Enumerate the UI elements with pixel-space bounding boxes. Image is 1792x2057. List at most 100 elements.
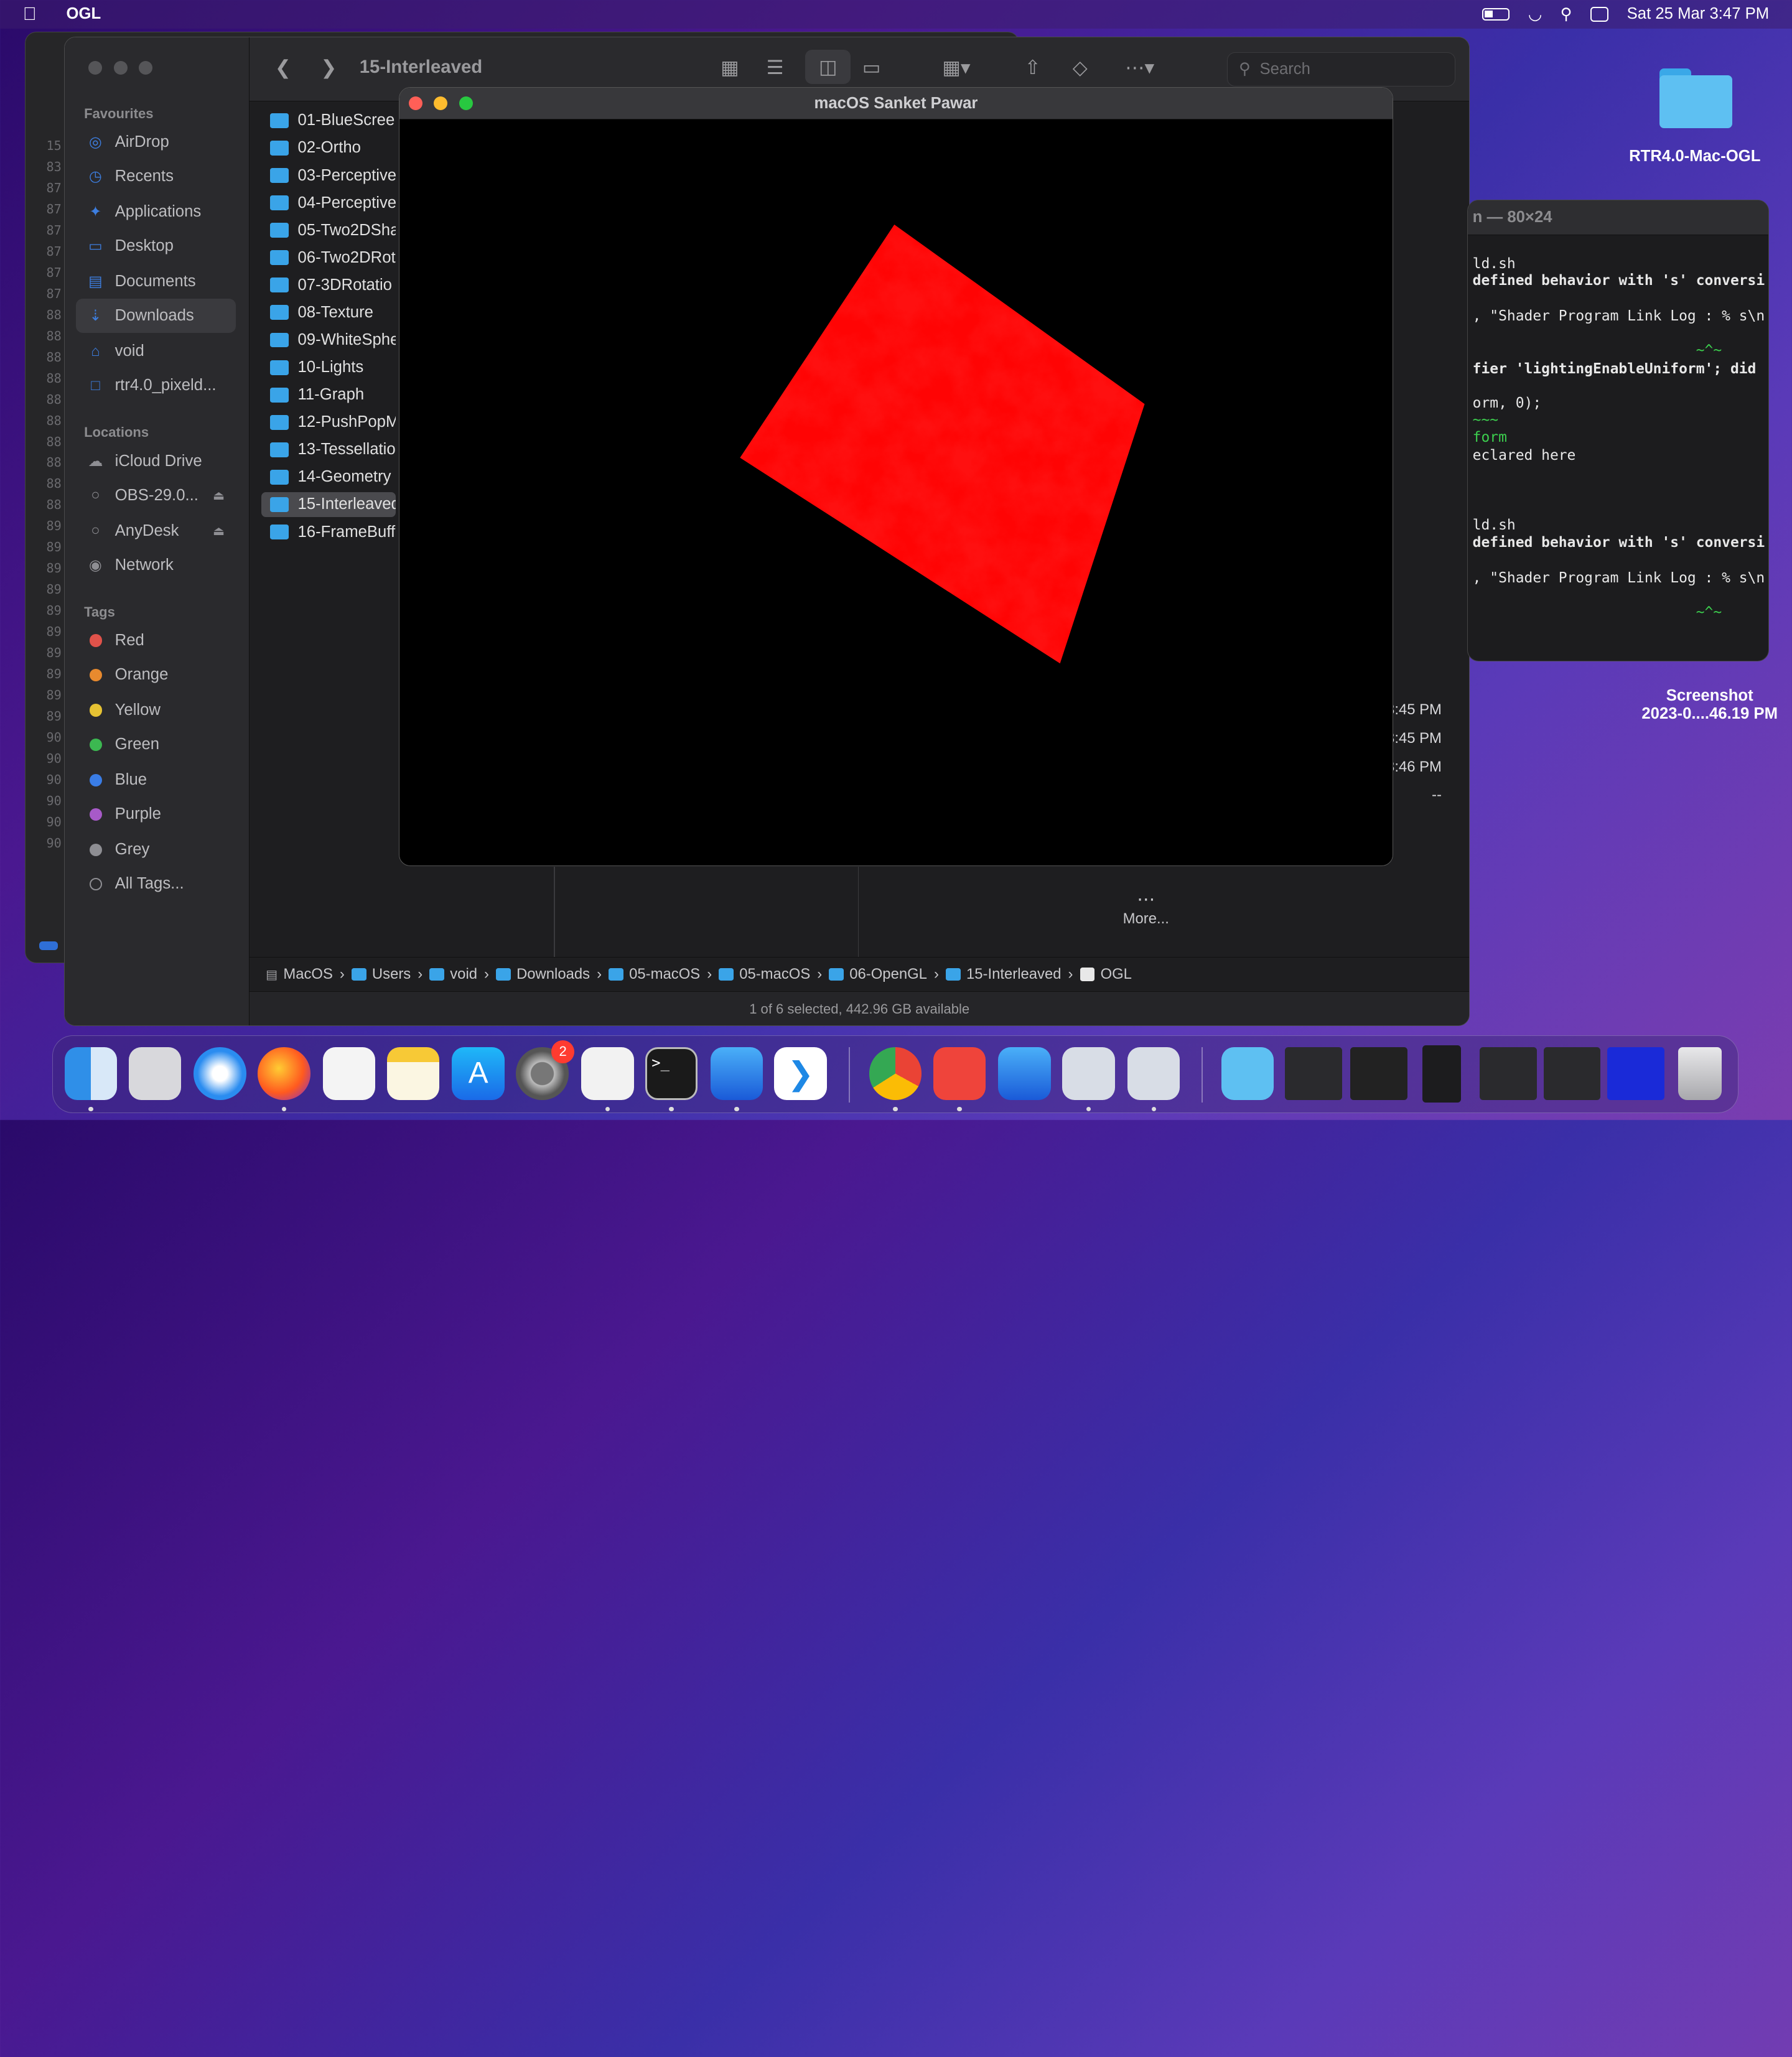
spotlight-search-icon[interactable]: ⚲ (1561, 5, 1572, 24)
minimize-button[interactable] (434, 96, 447, 110)
column-divider[interactable] (554, 867, 555, 958)
path-segment[interactable]: 05-macOS (719, 966, 810, 983)
zoom-button[interactable] (139, 61, 152, 75)
sidebar-item-icloud[interactable]: ☁iCloud Drive (76, 444, 236, 478)
sidebar-tag-purple[interactable]: Purple (76, 797, 236, 831)
ogl-titlebar[interactable]: macOS Sanket Pawar (399, 88, 1393, 119)
search-field[interactable]: ⚲Search (1227, 52, 1455, 86)
firefox-icon[interactable] (258, 1047, 310, 1099)
path-segment[interactable]: 15-Interleaved (946, 966, 1062, 983)
folder-item[interactable]: 08-Texture (261, 300, 396, 325)
safari-icon[interactable] (194, 1047, 246, 1099)
terminal-window[interactable]: n — 80×24 ld.sh defined behavior with 's… (1467, 200, 1769, 661)
sidebar-tag-blue[interactable]: Blue (76, 763, 236, 797)
path-segment[interactable]: ▤MacOS (266, 966, 333, 983)
window-thumb-icon[interactable] (1544, 1047, 1601, 1099)
sidebar-item-rtr-folder[interactable]: □rtr4.0_pixeld... (76, 368, 236, 403)
notes-icon[interactable] (387, 1047, 439, 1099)
sidebar-tag-orange[interactable]: Orange (76, 658, 236, 692)
close-button[interactable] (409, 96, 422, 110)
menubar-clock[interactable]: Sat 25 Mar 3:47 PM (1627, 5, 1770, 23)
window-thumb-icon[interactable] (1480, 1047, 1537, 1099)
path-segment[interactable]: Users (352, 966, 411, 983)
sidebar-tag-yellow[interactable]: Yellow (76, 693, 236, 727)
folder-item[interactable]: 02-Ortho (261, 136, 396, 161)
folder-item[interactable]: 12-PushPopM (261, 410, 396, 435)
sidebar-tag-red[interactable]: Red (76, 623, 236, 658)
back-arrow-icon[interactable]: ❮ (275, 57, 291, 79)
folder-item[interactable]: 05-Two2DSha (261, 218, 396, 243)
folder-item[interactable]: 11-Graph (261, 382, 396, 407)
forward-arrow-icon[interactable]: ❯ (320, 57, 337, 79)
eject-icon[interactable]: ⏏ (213, 488, 225, 503)
terminal-icon[interactable]: >_ (645, 1047, 698, 1099)
path-segment[interactable]: 06-OpenGL (829, 966, 927, 983)
folder-item[interactable]: 03-Perceptive (261, 163, 396, 188)
sidebar-item-applications[interactable]: ✦Applications (76, 195, 236, 229)
column-divider[interactable] (858, 867, 859, 958)
desktop-folder-icon[interactable] (1659, 68, 1733, 128)
group-icon[interactable]: ▦▾ (942, 57, 970, 79)
app-menu-name[interactable]: OGL (67, 5, 101, 23)
downloads-stack-icon[interactable] (1221, 1047, 1274, 1099)
folder-item[interactable]: 14-Geometry (261, 465, 396, 490)
sidebar-item-obs[interactable]: ○OBS-29.0...⏏ (76, 478, 236, 513)
path-segment[interactable]: 05-macOS (609, 966, 700, 983)
list-view-icon[interactable]: ☰ (767, 57, 784, 79)
trash-icon[interactable] (1678, 1047, 1722, 1099)
tag-icon[interactable]: ◇ (1073, 57, 1088, 79)
minimize-button[interactable] (114, 61, 128, 75)
folder-item[interactable]: 09-WhiteSphe (261, 327, 396, 352)
reminders-icon[interactable] (323, 1047, 375, 1099)
apple-menu-icon[interactable]:  (23, 4, 41, 25)
vscode-icon[interactable]: ❯ (774, 1047, 826, 1099)
xcode-instruments-icon[interactable] (998, 1047, 1050, 1099)
folder-item[interactable]: 04-Perceptive (261, 190, 396, 215)
sidebar-item-network[interactable]: ◉Network (76, 548, 236, 582)
share-icon[interactable]: ⇧ (1025, 57, 1041, 79)
folder-item[interactable]: 13-Tessellatio (261, 437, 396, 462)
textedit-icon[interactable] (581, 1047, 633, 1099)
xcode-icon[interactable] (711, 1047, 763, 1099)
path-segment[interactable]: OGL (1080, 966, 1132, 983)
window-thumb-icon[interactable] (1350, 1047, 1407, 1099)
battery-icon[interactable] (1482, 8, 1510, 21)
folder-item[interactable]: 07-3DRotatio (261, 273, 396, 297)
sidebar-item-void[interactable]: ⌂void (76, 334, 236, 368)
close-button[interactable] (88, 61, 102, 75)
folder-item[interactable]: 10-Lights (261, 355, 396, 380)
path-segment[interactable]: Downloads (496, 966, 590, 983)
path-segment[interactable]: void (429, 966, 477, 983)
anydesk-icon[interactable] (933, 1047, 986, 1099)
preview-icon[interactable] (1062, 1047, 1114, 1099)
folder-item[interactable]: 16-FrameBuff (261, 520, 396, 544)
window-thumb-icon[interactable] (1607, 1047, 1664, 1099)
icon-view-icon[interactable]: ▦ (721, 57, 739, 79)
wifi-icon[interactable]: ◡ (1528, 5, 1542, 24)
desktop-folder-label[interactable]: RTR4.0-Mac-OGL (1613, 147, 1776, 166)
app-store-icon[interactable]: A (452, 1047, 504, 1099)
ogl-render-window[interactable]: macOS Sanket Pawar (399, 87, 1393, 867)
sidebar-item-anydesk[interactable]: ○AnyDesk⏏ (76, 514, 236, 548)
folder-item[interactable]: 06-Two2DRot (261, 245, 396, 270)
gallery-view-icon[interactable]: ▭ (862, 57, 881, 79)
desktop-screenshot-label[interactable]: Screenshot 2023-0....46.19 PM (1627, 687, 1791, 723)
sidebar-tag-green[interactable]: Green (76, 727, 236, 762)
folder-item-selected[interactable]: 15-Interleaved (261, 492, 396, 517)
control-center-icon[interactable] (1590, 7, 1608, 22)
sidebar-item-downloads[interactable]: ⇣Downloads (76, 299, 236, 333)
preview-icon-2[interactable] (1127, 1047, 1180, 1099)
finder-icon[interactable] (65, 1047, 117, 1099)
chrome-icon[interactable] (869, 1047, 922, 1099)
window-thumb-icon[interactable] (1422, 1045, 1461, 1103)
zoom-button[interactable] (459, 96, 473, 110)
launchpad-icon[interactable] (129, 1047, 181, 1099)
more-actions-icon[interactable]: ⋯▾ (1125, 57, 1154, 79)
sidebar-tag-grey[interactable]: Grey (76, 833, 236, 867)
sidebar-all-tags[interactable]: All Tags... (76, 867, 236, 901)
sidebar-item-recents[interactable]: ◷Recents (76, 159, 236, 194)
sidebar-item-documents[interactable]: ▤Documents (76, 264, 236, 299)
sidebar-item-airdrop[interactable]: ◎AirDrop (76, 125, 236, 159)
window-thumb-icon[interactable] (1285, 1047, 1342, 1099)
more-button[interactable]: ⋯ More... (1123, 889, 1169, 928)
